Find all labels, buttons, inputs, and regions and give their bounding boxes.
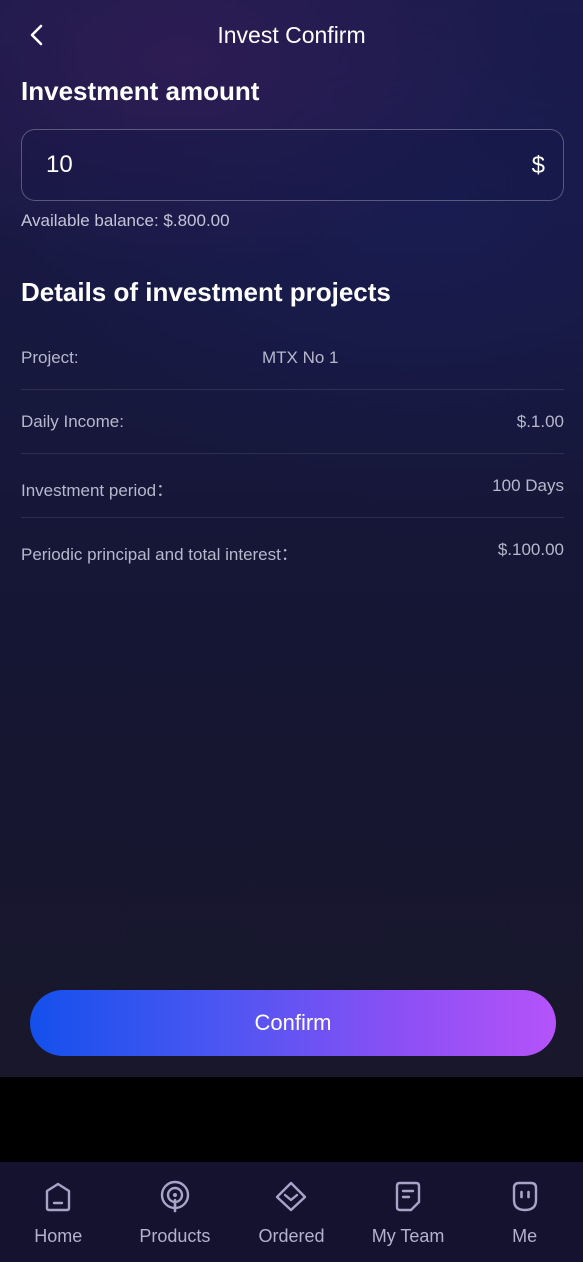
diamond-check-icon xyxy=(276,1181,307,1212)
amount-input[interactable] xyxy=(46,130,506,200)
note-icon xyxy=(395,1181,421,1212)
details-list: Project: MTX No 1 Daily Income: $.1.00 I… xyxy=(21,326,564,582)
detail-label: Daily Income: xyxy=(21,412,124,431)
tab-products[interactable]: Products xyxy=(117,1162,234,1262)
detail-row-daily-income: Daily Income: $.1.00 xyxy=(21,390,564,454)
bottom-tab-bar: Home Products Ordered My Team Me xyxy=(0,1162,583,1262)
podcast-icon xyxy=(160,1180,190,1213)
detail-label: Project: xyxy=(21,348,79,367)
detail-row-project: Project: MTX No 1 xyxy=(21,326,564,390)
detail-value: $.100.00 xyxy=(497,540,564,559)
detail-row-investment-period: Investment period： 100 Days xyxy=(21,454,564,518)
investment-amount-title: Investment amount xyxy=(21,76,260,106)
available-balance: Available balance: $.800.00 xyxy=(21,211,230,230)
detail-row-total-interest: Periodic principal and total interest： $… xyxy=(21,518,564,582)
tab-me[interactable]: Me xyxy=(466,1162,583,1262)
tab-my-team[interactable]: My Team xyxy=(350,1162,467,1262)
tab-home[interactable]: Home xyxy=(0,1162,117,1262)
home-icon xyxy=(46,1182,71,1212)
app-screen: Invest Confirm Investment amount $ Avail… xyxy=(0,0,583,1077)
detail-value: MTX No 1 xyxy=(262,348,339,367)
face-icon xyxy=(512,1181,537,1212)
confirm-button[interactable]: Confirm xyxy=(30,990,556,1056)
details-title: Details of investment projects xyxy=(21,277,391,307)
header: Invest Confirm xyxy=(0,0,583,70)
tab-label: Me xyxy=(512,1226,538,1246)
tab-label: Products xyxy=(139,1226,211,1246)
amount-field: $ xyxy=(21,129,564,201)
detail-value: 100 Days xyxy=(492,476,564,495)
tab-label: Home xyxy=(34,1226,83,1246)
detail-label: Investment period： xyxy=(21,481,174,500)
detail-value: $.1.00 xyxy=(516,412,564,431)
page-title: Invest Confirm xyxy=(217,22,366,48)
tab-label: My Team xyxy=(371,1226,445,1246)
tab-label: Ordered xyxy=(258,1226,325,1246)
tab-ordered[interactable]: Ordered xyxy=(233,1162,350,1262)
currency-symbol: $ xyxy=(531,152,545,179)
detail-label: Periodic principal and total interest： xyxy=(21,545,298,564)
